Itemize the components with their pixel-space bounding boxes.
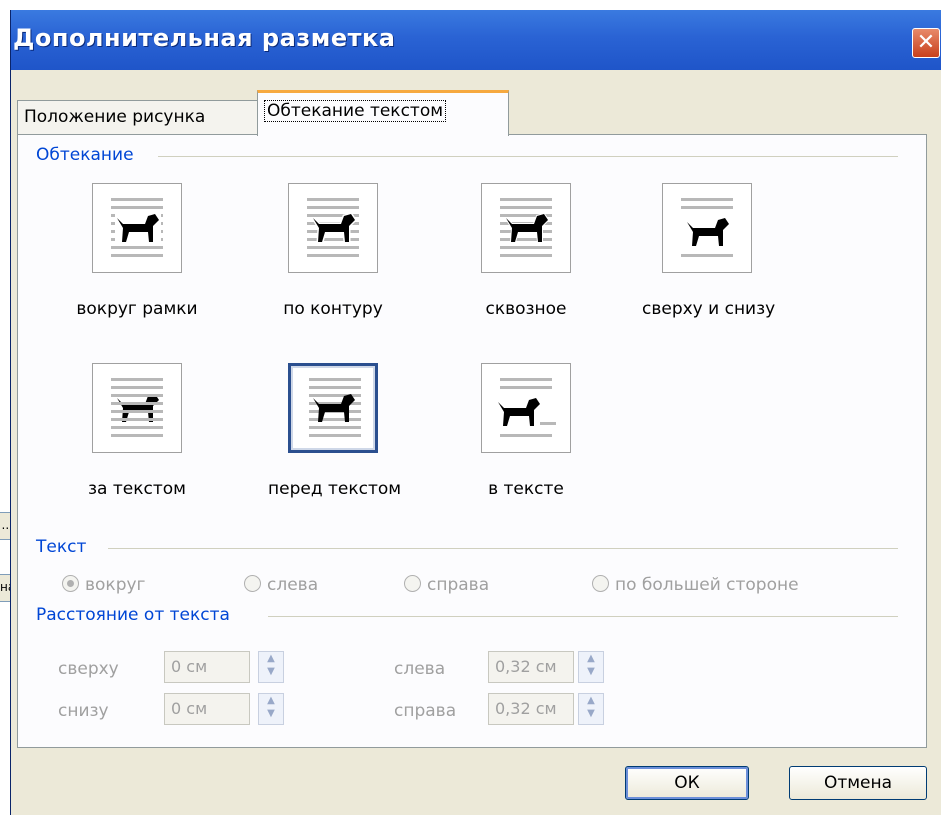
dog-icon: [115, 212, 161, 246]
dog-icon: [313, 394, 355, 422]
radio-button: [404, 575, 421, 592]
radio-right[interactable]: справа: [404, 575, 489, 595]
wrap-option-label: сквозное: [485, 299, 567, 319]
wrap-option-in-front-of-text[interactable]: перед текстом: [268, 363, 402, 499]
wrap-square-icon: [92, 183, 182, 273]
radio-larger-side[interactable]: по большей стороне: [592, 575, 799, 595]
distance-top-label: сверху: [58, 659, 119, 679]
dog-icon: [311, 212, 357, 244]
tab-text-wrapping[interactable]: Обтекание текстом: [257, 90, 509, 136]
radio-button: [244, 575, 261, 592]
wrap-top-bottom-icon: [662, 183, 752, 273]
distance-bottom-label: снизу: [58, 701, 109, 721]
radio-button: [592, 575, 609, 592]
tab-label: Положение рисунка: [24, 107, 206, 127]
distance-left-spinner[interactable]: ▲ ▼: [578, 651, 604, 683]
radio-label: справа: [427, 575, 490, 595]
distance-top-input[interactable]: 0 см: [164, 651, 250, 683]
dog-icon: [505, 212, 550, 243]
text-group-label: Текст: [36, 537, 95, 557]
radio-left[interactable]: слева: [244, 575, 318, 595]
wrap-option-label: по контуру: [283, 299, 383, 319]
close-button[interactable]: ✕: [912, 28, 940, 58]
wrap-option-through[interactable]: сквозное: [461, 183, 591, 319]
tab-label: Обтекание текстом: [264, 100, 447, 122]
group-divider: [268, 616, 898, 617]
group-divider: [158, 156, 898, 157]
distance-left-label: слева: [394, 659, 446, 679]
wrap-option-label: сверху и снизу: [642, 299, 776, 319]
radio-button: [62, 575, 79, 592]
cancel-button[interactable]: Отмена: [789, 766, 927, 800]
wrap-in-front-of-text-icon: [288, 363, 378, 453]
dog-icon: [687, 218, 729, 246]
wrapping-group-label: Обтекание: [36, 145, 142, 165]
title-bar: Дополнительная разметка ✕: [11, 10, 941, 70]
tab-panel: Обтекание вокруг рамки по контуру сквозн…: [17, 134, 927, 748]
dog-icon: [498, 398, 540, 426]
advanced-layout-dialog: Дополнительная разметка ✕ Положение рису…: [10, 10, 941, 815]
group-divider: [108, 548, 898, 549]
wrap-option-tight[interactable]: по контуру: [268, 183, 398, 319]
radio-around[interactable]: вокруг: [62, 575, 145, 595]
distance-bottom-spinner[interactable]: ▲ ▼: [258, 693, 284, 725]
wrap-option-top-bottom[interactable]: сверху и снизу: [642, 183, 776, 319]
tab-picture-position[interactable]: Положение рисунка: [17, 100, 259, 134]
distance-top-spinner[interactable]: ▲ ▼: [258, 651, 284, 683]
wrap-option-label: в тексте: [488, 479, 564, 499]
wrap-option-square[interactable]: вокруг рамки: [72, 183, 202, 319]
wrap-option-behind-text[interactable]: за текстом: [72, 363, 202, 499]
radio-label: слева: [267, 575, 319, 595]
wrap-tight-icon: [288, 183, 378, 273]
wrap-option-label: перед текстом: [268, 479, 402, 499]
distance-right-spinner[interactable]: ▲ ▼: [578, 693, 604, 725]
distance-bottom-input[interactable]: 0 см: [164, 693, 250, 725]
wrap-behind-text-icon: [92, 363, 182, 453]
wrap-option-inline[interactable]: в тексте: [461, 363, 591, 499]
wrap-through-icon: [481, 183, 571, 273]
ok-button[interactable]: ОК: [625, 766, 749, 800]
distance-right-input[interactable]: 0,32 см: [488, 693, 574, 725]
dialog-title: Дополнительная разметка: [13, 24, 396, 52]
distance-left-input[interactable]: 0,32 см: [488, 651, 574, 683]
wrap-option-label: за текстом: [88, 479, 186, 499]
distance-right-label: справа: [394, 701, 457, 721]
wrap-option-label: вокруг рамки: [76, 299, 198, 319]
wrap-inline-icon: [481, 363, 571, 453]
radio-label: вокруг: [85, 575, 146, 595]
radio-label: по большей стороне: [615, 575, 799, 595]
distance-group-label: Расстояние от текста: [36, 605, 238, 625]
